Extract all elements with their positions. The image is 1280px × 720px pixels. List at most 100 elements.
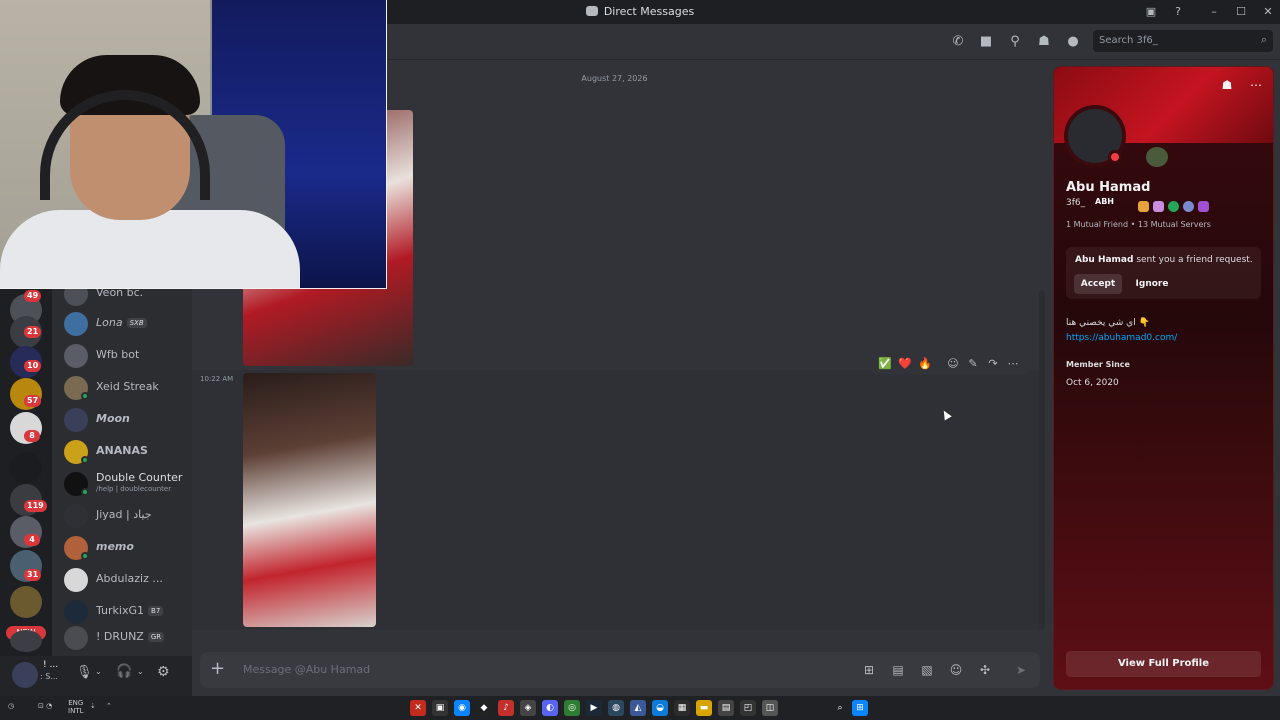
- server-list: 49 21 10 57 8 119 4 31 NEW: [0, 288, 52, 660]
- start-button-icon[interactable]: ⊞: [852, 700, 868, 716]
- dm-item[interactable]: Xeid Streak: [62, 372, 190, 404]
- pin-icon[interactable]: ⚲: [1006, 33, 1024, 51]
- video-icon[interactable]: ■: [977, 33, 995, 51]
- dm-item[interactable]: Abdulaziz ...: [62, 564, 190, 596]
- taskbar-app-icon[interactable]: ◈: [520, 700, 536, 716]
- unread-badge: 31: [24, 569, 42, 581]
- dm-item[interactable]: memo: [62, 532, 190, 564]
- edit-icon[interactable]: ✎: [965, 356, 981, 372]
- chevron-down-icon[interactable]: ⌄: [137, 667, 144, 676]
- profile-link[interactable]: https://abuhamad0.com/: [1066, 333, 1177, 343]
- close-button[interactable]: ✕: [1260, 4, 1276, 20]
- unread-badge: 10: [24, 360, 42, 372]
- webcam-overlay: [0, 0, 387, 289]
- server-icon[interactable]: [10, 586, 42, 618]
- accept-button[interactable]: Accept: [1074, 274, 1122, 294]
- apps-icon[interactable]: ✣: [976, 661, 994, 679]
- taskbar-folder-icon[interactable]: ▬: [696, 700, 712, 716]
- status-online: [81, 456, 89, 464]
- forward-icon[interactable]: ↷: [985, 356, 1001, 372]
- taskbar-app-icon[interactable]: ▦: [674, 700, 690, 716]
- dm-item[interactable]: Double Counter/help | doublecounter: [62, 468, 190, 500]
- more-options-icon[interactable]: ⋯: [1248, 77, 1264, 93]
- settings-gear-icon[interactable]: ⚙: [157, 664, 170, 680]
- avatar: [64, 568, 88, 592]
- message-composer[interactable]: + Message @Abu Hamad ⊞ ▤ ▧ ☺ ✣ ➤: [200, 652, 1040, 688]
- inbox-icon[interactable]: ▣: [1143, 4, 1159, 20]
- maximize-button[interactable]: ☐: [1233, 4, 1249, 20]
- taskbar-app-icon[interactable]: ◰: [740, 700, 756, 716]
- dm-list: Veon bc. Lona SXB Wfb bot Xeid Streak Moo…: [52, 288, 192, 660]
- add-reaction-icon[interactable]: ☺: [945, 356, 961, 372]
- unread-badge: 49: [24, 290, 42, 302]
- avatar: [64, 504, 88, 528]
- profile-badges: [1138, 197, 1213, 212]
- taskbar-app-icon[interactable]: ◒: [652, 700, 668, 716]
- more-icon[interactable]: ⋯: [1005, 356, 1021, 372]
- profile-bio: اي شي يخصني هنا 👇: [1066, 318, 1150, 328]
- chevron-up-icon[interactable]: ⌃: [106, 702, 112, 710]
- dm-item[interactable]: Lona SXB: [62, 308, 190, 340]
- taskbar-app-icon[interactable]: ◫: [762, 700, 778, 716]
- taskbar-app-icon[interactable]: ▶: [586, 700, 602, 716]
- server-icon[interactable]: [10, 452, 42, 484]
- unread-badge: 119: [24, 500, 47, 512]
- add-member-icon[interactable]: ☗: [1035, 33, 1053, 51]
- taskbar-app-icon[interactable]: ▣: [432, 700, 448, 716]
- taskbar-app-icon[interactable]: ◆: [476, 700, 492, 716]
- badge-icon: [1168, 201, 1179, 212]
- taskbar-app-icon[interactable]: ◎: [564, 700, 580, 716]
- dm-item[interactable]: ! DRUNZ GR: [62, 622, 190, 654]
- taskbar-search-icon[interactable]: ⌕: [832, 700, 848, 716]
- unread-badge: 4: [24, 534, 40, 546]
- send-icon[interactable]: ➤: [1012, 661, 1030, 679]
- help-icon[interactable]: ?: [1170, 4, 1186, 20]
- taskbar-app-icon[interactable]: ✕: [410, 700, 426, 716]
- emoji-icon[interactable]: ☺: [947, 661, 965, 679]
- avatar[interactable]: [12, 662, 38, 688]
- sticker-icon[interactable]: ▧: [918, 661, 936, 679]
- ignore-button[interactable]: Ignore: [1128, 274, 1176, 294]
- friend-request-card: Abu Hamad sent you a friend request. Acc…: [1066, 247, 1261, 299]
- server-tag: GR: [147, 632, 165, 642]
- taskbar-app-icon[interactable]: ▤: [718, 700, 734, 716]
- language-indicator[interactable]: ENG INTL: [68, 699, 83, 715]
- taskbar-discord-icon[interactable]: ◐: [542, 700, 558, 716]
- phone-icon[interactable]: ✆: [949, 33, 967, 51]
- profile-display-name: Abu Hamad: [1066, 180, 1151, 195]
- chevron-down-icon[interactable]: ⌄: [95, 667, 102, 676]
- headphones-icon[interactable]: 🎧: [116, 664, 132, 679]
- composer-input[interactable]: Message @Abu Hamad: [243, 663, 370, 676]
- chat-scrollbar[interactable]: [1039, 290, 1045, 630]
- user-panel: ! ... : S... 🎙 ⌄ 🎧 ⌄ ⚙: [0, 656, 192, 696]
- server-tag: SXB: [126, 318, 147, 328]
- server-icon[interactable]: [10, 630, 42, 652]
- gif-icon[interactable]: ▤: [889, 661, 907, 679]
- reaction-check[interactable]: ✅: [877, 356, 893, 372]
- dm-item[interactable]: Veon bc.: [62, 288, 190, 310]
- gift-icon[interactable]: ⊞: [860, 661, 878, 679]
- add-friend-icon[interactable]: ☗: [1219, 77, 1235, 93]
- taskbar-steam-icon[interactable]: ◍: [608, 700, 624, 716]
- dm-item[interactable]: Moon: [62, 404, 190, 436]
- dm-item[interactable]: ANANAS: [62, 436, 190, 468]
- status-online: [81, 552, 89, 560]
- attach-plus-icon[interactable]: +: [210, 659, 225, 679]
- search-input[interactable]: Search 3f6_ ⌕: [1093, 30, 1273, 52]
- reaction-fire[interactable]: 🔥: [917, 356, 933, 372]
- taskbar-app-icon[interactable]: ♪: [498, 700, 514, 716]
- view-full-profile-button[interactable]: View Full Profile: [1066, 651, 1261, 677]
- message-image-2[interactable]: [243, 373, 376, 627]
- dm-item[interactable]: Jiyad | جياد: [62, 500, 190, 532]
- user-profile-icon[interactable]: ●: [1064, 33, 1082, 51]
- minimize-button[interactable]: –: [1206, 4, 1222, 20]
- taskbar-app-icon[interactable]: ◉: [454, 700, 470, 716]
- reaction-heart[interactable]: ❤️: [897, 356, 913, 372]
- microphone-icon[interactable]: 🎙: [76, 665, 93, 680]
- dm-item[interactable]: Wfb bot: [62, 340, 190, 372]
- avatar: [64, 288, 88, 306]
- mutual-info[interactable]: 1 Mutual Friend • 13 Mutual Servers: [1066, 220, 1211, 229]
- taskbar-app-icon[interactable]: ◭: [630, 700, 646, 716]
- message-timestamp: 10:22 AM: [200, 375, 234, 383]
- status-online: [81, 392, 89, 400]
